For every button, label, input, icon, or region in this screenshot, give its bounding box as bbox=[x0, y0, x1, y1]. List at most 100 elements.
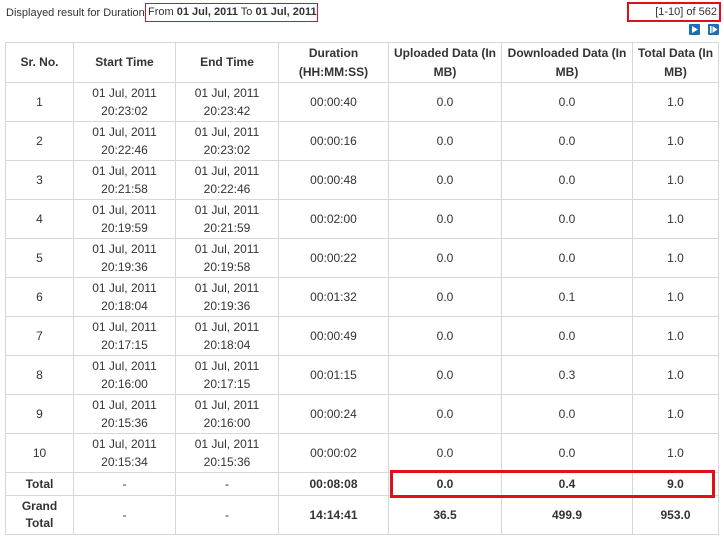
cell-duration: 00:00:22 bbox=[278, 238, 389, 278]
last-page-icon[interactable] bbox=[708, 24, 719, 35]
cell-sr: 3 bbox=[5, 160, 74, 200]
cell-total: 1.0 bbox=[632, 160, 719, 200]
cell-uploaded: 0.0 bbox=[388, 82, 502, 122]
cell-end-time: 01 Jul, 2011 20:16:00 bbox=[175, 394, 279, 434]
cell-start-time: 01 Jul, 2011 20:17:15 bbox=[73, 316, 176, 356]
cell-sr: 2 bbox=[5, 121, 74, 161]
cell-sr: 1 bbox=[5, 82, 74, 122]
cell-uploaded: 0.0 bbox=[388, 160, 502, 200]
table-row: 7 01 Jul, 2011 20:17:15 01 Jul, 2011 20:18:0… bbox=[5, 316, 719, 356]
table-row: 8 01 Jul, 2011 20:16:00 01 Jul, 2011 20:17:1… bbox=[5, 355, 719, 395]
table-header-row: Sr. No. Start Time End Time Duration (HH… bbox=[5, 42, 719, 83]
cell-total: 1.0 bbox=[632, 355, 719, 395]
cell-start-time: 01 Jul, 2011 20:15:36 bbox=[73, 394, 176, 434]
col-downloaded: Downloaded Data (In MB) bbox=[501, 42, 633, 83]
total-end: - bbox=[175, 472, 279, 496]
cell-total: 1.0 bbox=[632, 277, 719, 317]
results-header: Displayed result for Duration From 01 Ju… bbox=[0, 0, 724, 35]
cell-downloaded: 0.0 bbox=[501, 160, 633, 200]
cell-start-time: 01 Jul, 2011 20:23:02 bbox=[73, 82, 176, 122]
total-duration: 00:08:08 bbox=[278, 472, 389, 496]
cell-start-time: 01 Jul, 2011 20:22:46 bbox=[73, 121, 176, 161]
cell-uploaded: 0.0 bbox=[388, 199, 502, 239]
cell-start-time: 01 Jul, 2011 20:19:59 bbox=[73, 199, 176, 239]
usage-table: Sr. No. Start Time End Time Duration (HH… bbox=[5, 42, 719, 535]
table-row: 3 01 Jul, 2011 20:21:58 01 Jul, 2011 20:22:4… bbox=[5, 160, 719, 200]
cell-downloaded: 0.0 bbox=[501, 433, 633, 473]
cell-duration: 00:00:16 bbox=[278, 121, 389, 161]
cell-uploaded: 0.0 bbox=[388, 277, 502, 317]
table-row: 10 01 Jul, 2011 20:15:34 01 Jul, 2011 20:15:… bbox=[5, 433, 719, 473]
cell-sr: 6 bbox=[5, 277, 74, 317]
total-uploaded: 0.0 bbox=[388, 472, 502, 496]
cell-total: 1.0 bbox=[632, 316, 719, 356]
cell-duration: 00:00:24 bbox=[278, 394, 389, 434]
cell-end-time: 01 Jul, 2011 20:23:42 bbox=[175, 82, 279, 122]
cell-downloaded: 0.1 bbox=[501, 277, 633, 317]
total-start: - bbox=[73, 472, 176, 496]
date-range: From 01 Jul, 2011 To 01 Jul, 2011 bbox=[145, 3, 318, 22]
table-row: 9 01 Jul, 2011 20:15:36 01 Jul, 2011 20:16:0… bbox=[5, 394, 719, 434]
table-row: 1 01 Jul, 2011 20:23:02 01 Jul, 2011 20:23:4… bbox=[5, 82, 719, 122]
table-row: 2 01 Jul, 2011 20:22:46 01 Jul, 2011 20:23:0… bbox=[5, 121, 719, 161]
cell-sr: 10 bbox=[5, 433, 74, 473]
cell-end-time: 01 Jul, 2011 20:21:59 bbox=[175, 199, 279, 239]
range-to-label: To bbox=[240, 6, 253, 18]
cell-duration: 00:02:00 bbox=[278, 199, 389, 239]
cell-end-time: 01 Jul, 2011 20:17:15 bbox=[175, 355, 279, 395]
cell-total: 1.0 bbox=[632, 238, 719, 278]
cell-downloaded: 0.0 bbox=[501, 316, 633, 356]
cell-downloaded: 0.0 bbox=[501, 238, 633, 278]
cell-end-time: 01 Jul, 2011 20:19:36 bbox=[175, 277, 279, 317]
col-sr-no: Sr. No. bbox=[5, 42, 74, 83]
cell-total: 1.0 bbox=[632, 394, 719, 434]
pagination-info: [1-10] of 562 bbox=[627, 2, 721, 22]
cell-total: 1.0 bbox=[632, 121, 719, 161]
grand-total-total: 953.0 bbox=[632, 495, 719, 535]
grand-total-uploaded: 36.5 bbox=[388, 495, 502, 535]
cell-sr: 5 bbox=[5, 238, 74, 278]
cell-uploaded: 0.0 bbox=[388, 394, 502, 434]
col-duration: Duration (HH:MM:SS) bbox=[278, 42, 389, 83]
col-uploaded: Uploaded Data (In MB) bbox=[388, 42, 502, 83]
total-downloaded: 0.4 bbox=[501, 472, 633, 496]
cell-downloaded: 0.0 bbox=[501, 199, 633, 239]
cell-duration: 00:00:49 bbox=[278, 316, 389, 356]
cell-downloaded: 0.0 bbox=[501, 121, 633, 161]
cell-end-time: 01 Jul, 2011 20:22:46 bbox=[175, 160, 279, 200]
cell-end-time: 01 Jul, 2011 20:23:02 bbox=[175, 121, 279, 161]
cell-start-time: 01 Jul, 2011 20:18:04 bbox=[73, 277, 176, 317]
cell-uploaded: 0.0 bbox=[388, 121, 502, 161]
cell-duration: 00:00:48 bbox=[278, 160, 389, 200]
cell-sr: 4 bbox=[5, 199, 74, 239]
cell-sr: 8 bbox=[5, 355, 74, 395]
grand-total-duration: 14:14:41 bbox=[278, 495, 389, 535]
cell-start-time: 01 Jul, 2011 20:19:36 bbox=[73, 238, 176, 278]
grand-total-label: Grand Total bbox=[5, 495, 74, 535]
range-to-date: 01 Jul, 2011 bbox=[255, 6, 317, 18]
cell-sr: 7 bbox=[5, 316, 74, 356]
grand-total-end: - bbox=[175, 495, 279, 535]
range-from-label: From bbox=[148, 6, 174, 18]
cell-uploaded: 0.0 bbox=[388, 355, 502, 395]
next-page-icon[interactable] bbox=[689, 24, 700, 35]
cell-uploaded: 0.0 bbox=[388, 238, 502, 278]
cell-total: 1.0 bbox=[632, 199, 719, 239]
cell-total: 1.0 bbox=[632, 433, 719, 473]
total-row: Total - - 00:08:08 0.0 0.4 9.0 bbox=[5, 472, 719, 496]
grand-total-start: - bbox=[73, 495, 176, 535]
cell-downloaded: 0.0 bbox=[501, 394, 633, 434]
table-row: 6 01 Jul, 2011 20:18:04 01 Jul, 2011 20:19:3… bbox=[5, 277, 719, 317]
cell-uploaded: 0.0 bbox=[388, 316, 502, 356]
col-total: Total Data (In MB) bbox=[632, 42, 719, 83]
cell-duration: 00:01:32 bbox=[278, 277, 389, 317]
cell-start-time: 01 Jul, 2011 20:21:58 bbox=[73, 160, 176, 200]
grand-total-downloaded: 499.9 bbox=[501, 495, 633, 535]
total-label: Total bbox=[5, 472, 74, 496]
cell-duration: 00:00:02 bbox=[278, 433, 389, 473]
cell-end-time: 01 Jul, 2011 20:19:58 bbox=[175, 238, 279, 278]
col-end-time: End Time bbox=[175, 42, 279, 83]
table-row: 4 01 Jul, 2011 20:19:59 01 Jul, 2011 20:21:5… bbox=[5, 199, 719, 239]
table-row: 5 01 Jul, 2011 20:19:36 01 Jul, 2011 20:19:5… bbox=[5, 238, 719, 278]
cell-uploaded: 0.0 bbox=[388, 433, 502, 473]
